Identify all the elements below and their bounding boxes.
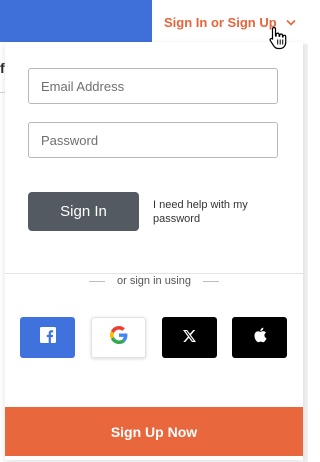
facebook-icon bbox=[39, 327, 56, 348]
social-divider: or sign in using bbox=[5, 273, 303, 289]
x-icon bbox=[183, 329, 196, 347]
sign-up-now-button[interactable]: Sign Up Now bbox=[5, 407, 303, 456]
page-background-edge bbox=[303, 42, 308, 462]
password-field[interactable] bbox=[28, 122, 278, 158]
google-signin-button[interactable] bbox=[91, 317, 146, 358]
password-help-link[interactable]: I need help with my password bbox=[153, 198, 273, 226]
google-icon bbox=[109, 326, 128, 349]
sign-in-button[interactable]: Sign In bbox=[28, 192, 139, 231]
apple-icon bbox=[253, 327, 267, 348]
divider-line-right bbox=[203, 280, 219, 282]
signin-dropdown-panel: Sign In I need help with my password or … bbox=[5, 42, 303, 460]
facebook-signin-button[interactable] bbox=[20, 317, 75, 358]
hand-cursor-icon bbox=[268, 26, 288, 50]
social-divider-label: or sign in using bbox=[113, 275, 195, 287]
x-signin-button[interactable] bbox=[162, 317, 217, 358]
apple-signin-button[interactable] bbox=[232, 317, 287, 358]
account-menu-label: Sign In or Sign Up bbox=[164, 14, 277, 30]
divider-line-left bbox=[89, 280, 105, 282]
email-field[interactable] bbox=[28, 68, 278, 104]
